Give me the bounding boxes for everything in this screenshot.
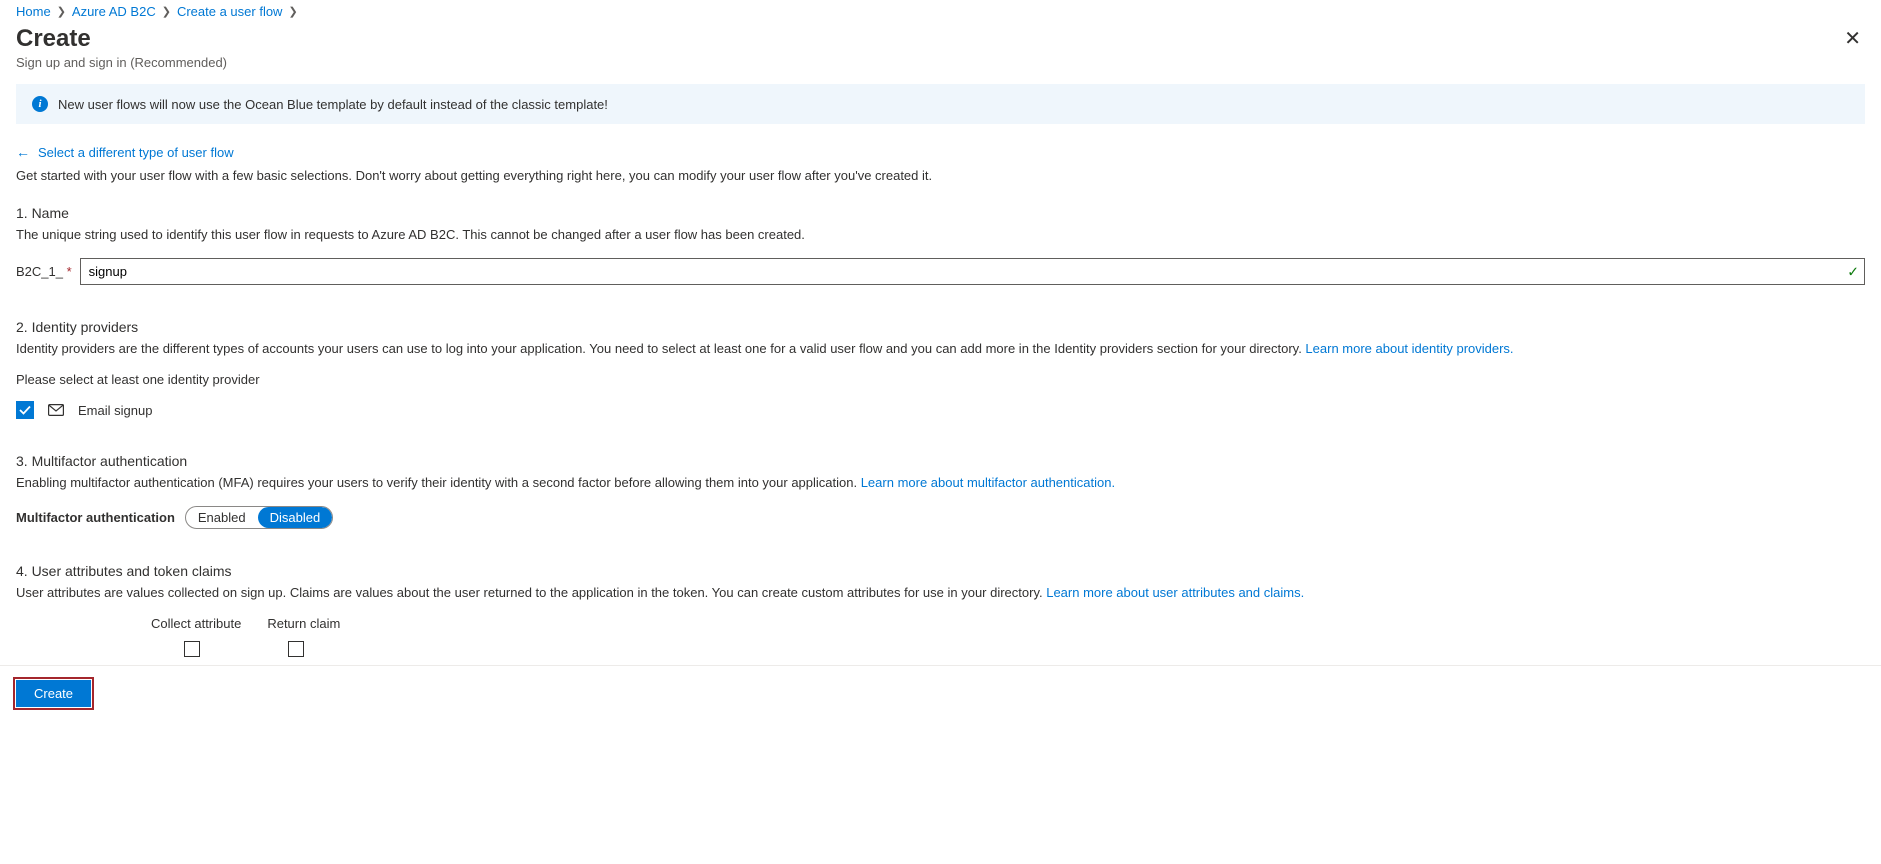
breadcrumb: Home ❯ Azure AD B2C ❯ Create a user flow… — [16, 4, 1865, 19]
close-icon[interactable]: ✕ — [1840, 25, 1865, 53]
page-subtitle: Sign up and sign in (Recommended) — [16, 55, 227, 70]
banner-text: New user flows will now use the Ocean Bl… — [58, 97, 608, 112]
section-attr-desc: User attributes are values collected on … — [16, 585, 1865, 600]
create-button[interactable]: Create — [16, 680, 91, 707]
mfa-label: Multifactor authentication — [16, 510, 175, 525]
chevron-right-icon: ❯ — [57, 5, 66, 18]
checkmark-icon: ✓ — [1847, 263, 1859, 280]
mfa-toggle[interactable]: Enabled Disabled — [185, 506, 333, 529]
return-claim-header: Return claim — [267, 616, 340, 631]
email-signup-checkbox[interactable] — [16, 401, 34, 419]
section-name-title: 1. Name — [16, 205, 1865, 221]
attr-learn-more-link[interactable]: Learn more about user attributes and cla… — [1046, 585, 1304, 600]
mail-icon — [48, 404, 64, 416]
collect-attribute-checkbox[interactable] — [184, 641, 200, 657]
mfa-disabled-option[interactable]: Disabled — [258, 507, 333, 528]
mfa-learn-more-link[interactable]: Learn more about multifactor authenticat… — [861, 475, 1115, 490]
back-link-label: Select a different type of user flow — [38, 145, 234, 160]
section-mfa-title: 3. Multifactor authentication — [16, 453, 1865, 469]
info-icon: i — [32, 96, 48, 112]
breadcrumb-home[interactable]: Home — [16, 4, 51, 19]
info-banner: i New user flows will now use the Ocean … — [16, 84, 1865, 124]
idp-learn-more-link[interactable]: Learn more about identity providers. — [1305, 341, 1513, 356]
section-attr-title: 4. User attributes and token claims — [16, 563, 1865, 579]
email-signup-label: Email signup — [78, 403, 152, 418]
section-idp-desc: Identity providers are the different typ… — [16, 341, 1865, 356]
name-input[interactable] — [80, 258, 1865, 285]
footer-bar: Create — [0, 665, 1881, 721]
name-prefix-label: B2C_1_ * — [16, 264, 72, 279]
section-idp-title: 2. Identity providers — [16, 319, 1865, 335]
section-name-desc: The unique string used to identify this … — [16, 227, 1865, 242]
arrow-left-icon: ← — [16, 144, 30, 160]
mfa-enabled-option[interactable]: Enabled — [186, 507, 258, 528]
section-mfa-desc: Enabling multifactor authentication (MFA… — [16, 475, 1865, 490]
back-link[interactable]: ← Select a different type of user flow — [16, 144, 234, 160]
breadcrumb-b2c[interactable]: Azure AD B2C — [72, 4, 156, 19]
breadcrumb-create-flow[interactable]: Create a user flow — [177, 4, 283, 19]
idp-prompt: Please select at least one identity prov… — [16, 372, 1865, 387]
chevron-right-icon: ❯ — [162, 5, 171, 18]
return-claim-checkbox[interactable] — [288, 641, 304, 657]
chevron-right-icon: ❯ — [288, 5, 297, 18]
page-title: Create — [16, 25, 227, 53]
intro-text: Get started with your user flow with a f… — [16, 168, 1865, 183]
collect-attribute-header: Collect attribute — [151, 616, 241, 631]
